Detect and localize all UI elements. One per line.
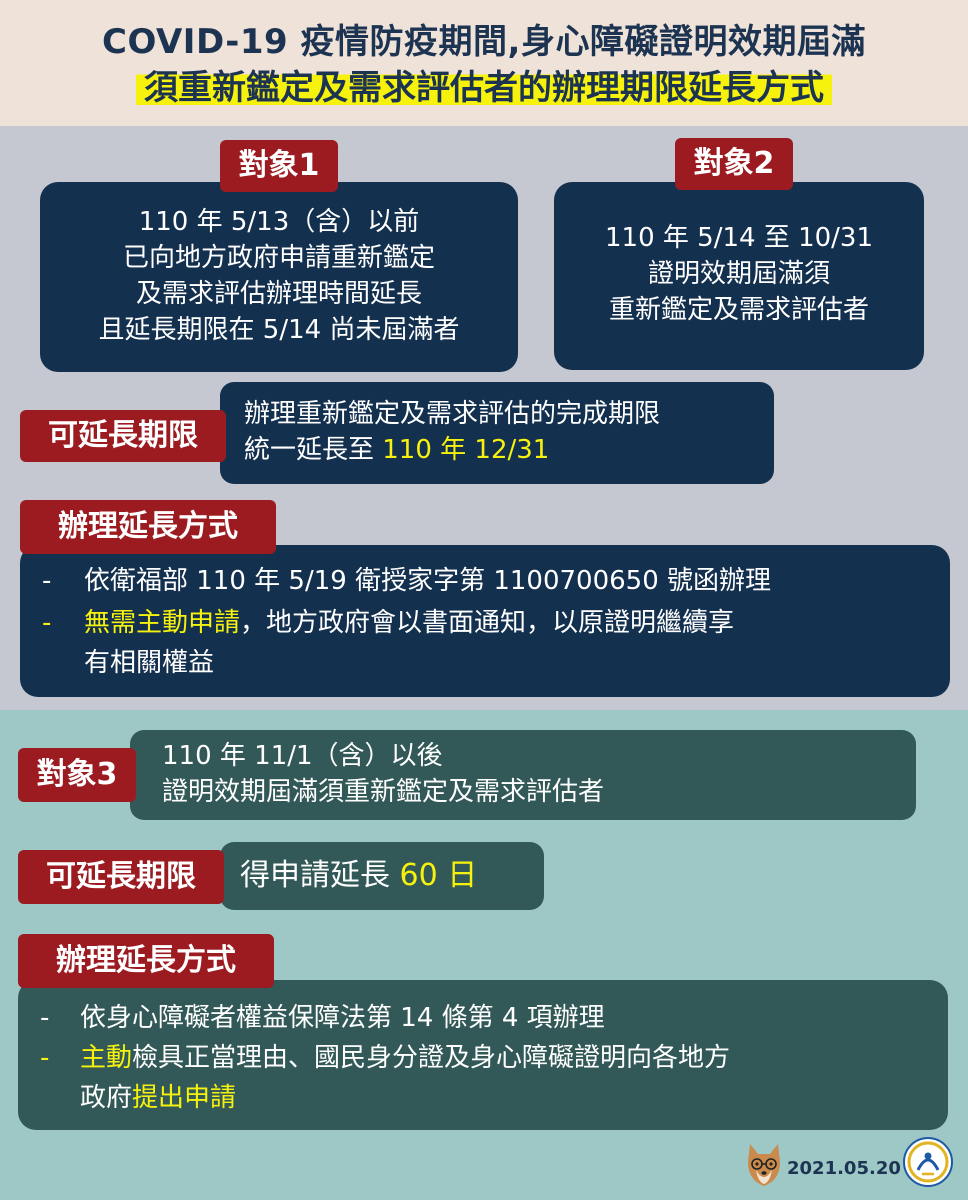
extend-method-2-tag: 辦理延長方式: [18, 934, 274, 988]
title-line-2-wrap: 須重新鑑定及需求評估者的辦理期限延長方式: [0, 60, 968, 109]
target-3-tag: 對象3: [18, 748, 136, 802]
method-2-bullet-2-rest: 檢具正當理由、國民身分證及身心障礙證明向各地方: [132, 1043, 731, 1073]
extend-period-1-date: 110 年 12/31: [382, 435, 550, 465]
method-1-no-apply: 無需主動申請: [84, 608, 241, 638]
extend-period-2-days: 60 日: [399, 858, 478, 893]
extend-period-1-box: 辦理重新鑑定及需求評估的完成期限 統一延長至 110 年 12/31: [220, 382, 774, 484]
extend-period-1-line-2: 統一延長至 110 年 12/31: [244, 432, 660, 468]
target-1-line: 及需求評估辦理時間延長: [135, 279, 422, 309]
target-3-text: 110 年 11/1（含）以後 證明效期屆滿須重新鑑定及需求評估者: [162, 738, 604, 810]
extend-period-1-prefix: 統一延長至: [244, 435, 383, 465]
title-line-2: 須重新鑑定及需求評估者的辦理期限延長方式: [136, 60, 832, 109]
target-1-box: 110 年 5/13（含）以前 已向地方政府申請重新鑑定 及需求評估辦理時間延長…: [40, 182, 518, 372]
method-2-bullet-2-cont: 政府提出申請: [80, 1080, 236, 1116]
target-3-line: 證明效期屆滿須重新鑑定及需求評估者: [162, 777, 605, 807]
extend-method-1-box: - 依衛福部 110 年 5/19 衛授家字第 1100700650 號函辦理 …: [20, 545, 950, 697]
method-2-bullet-2-text: 主動檢具正當理由、國民身分證及身心障礙證明向各地方: [80, 1040, 730, 1076]
extend-period-2-prefix: 得申請延長: [240, 858, 400, 893]
extend-method-2-box: - 依身心障礙者權益保障法第 14 條第 4 項辦理 - 主動檢具正當理由、國民…: [18, 980, 948, 1130]
target-1-text: 110 年 5/13（含）以前 已向地方政府申請重新鑑定 及需求評估辦理時間延長…: [40, 204, 518, 348]
target-2-text: 110 年 5/14 至 10/31 證明效期屆滿須 重新鑑定及需求評估者: [554, 220, 924, 328]
method-2-submit-application: 提出申請: [132, 1083, 237, 1113]
title-line-1: COVID-19 疫情防疫期間,身心障礙證明效期屆滿: [102, 22, 866, 62]
target-3-line: 110 年 11/1（含）以後: [162, 741, 443, 771]
target-2-line: 110 年 5/14 至 10/31: [605, 223, 873, 253]
extend-period-2-text: 得申請延長 60 日: [240, 856, 477, 896]
target-1-line: 已向地方政府申請重新鑑定: [122, 243, 435, 273]
method-2-proactive: 主動: [80, 1043, 133, 1073]
target-2-tag: 對象2: [675, 138, 793, 190]
bullet-dash: -: [40, 1003, 50, 1033]
target-3-box: 110 年 11/1（含）以後 證明效期屆滿須重新鑑定及需求評估者: [130, 730, 916, 820]
target-1-line: 110 年 5/13（含）以前: [138, 207, 420, 237]
method-1-bullet-2-rest: ，地方政府會以書面通知，以原證明繼續享: [240, 608, 735, 638]
extend-period-1-tag: 可延長期限: [20, 410, 226, 462]
target-1-line: 且延長期限在 5/14 尚未屆滿者: [98, 315, 460, 345]
shiba-dog-icon: [748, 1144, 780, 1186]
target-1-tag: 對象1: [220, 140, 338, 192]
extend-period-1-text: 辦理重新鑑定及需求評估的完成期限 統一延長至 110 年 12/31: [244, 396, 660, 468]
bullet-dash: -: [40, 1043, 50, 1073]
method-1-bullet-1-text: 依衛福部 110 年 5/19 衛授家字第 1100700650 號函辦理: [84, 566, 772, 596]
extend-period-1-line: 辦理重新鑑定及需求評估的完成期限: [244, 399, 661, 429]
extend-period-2-box: 得申請延長 60 日: [220, 842, 544, 910]
ministry-logo-icon: [903, 1137, 953, 1187]
target-2-line: 重新鑑定及需求評估者: [608, 295, 869, 325]
bullet-dash: -: [42, 566, 52, 596]
extend-method-1-tag: 辦理延長方式: [20, 500, 276, 554]
header: COVID-19 疫情防疫期間,身心障礙證明效期屆滿 須重新鑑定及需求評估者的辦…: [0, 0, 968, 126]
method-1-bullet-2-cont: 有相關權益: [84, 648, 215, 678]
target-2-box: 110 年 5/14 至 10/31 證明效期屆滿須 重新鑑定及需求評估者: [554, 182, 924, 370]
method-1-bullet-2-text: 無需主動申請，地方政府會以書面通知，以原證明繼續享: [84, 605, 734, 641]
bullet-dash: -: [42, 608, 52, 638]
extend-period-2-tag: 可延長期限: [18, 850, 224, 904]
target-2-line: 證明效期屆滿須: [647, 259, 830, 289]
method-2-cont-prefix: 政府: [80, 1083, 133, 1113]
method-2-bullet-1-text: 依身心障礙者權益保障法第 14 條第 4 項辦理: [80, 1003, 605, 1033]
publish-date: 2021.05.20: [787, 1158, 901, 1179]
